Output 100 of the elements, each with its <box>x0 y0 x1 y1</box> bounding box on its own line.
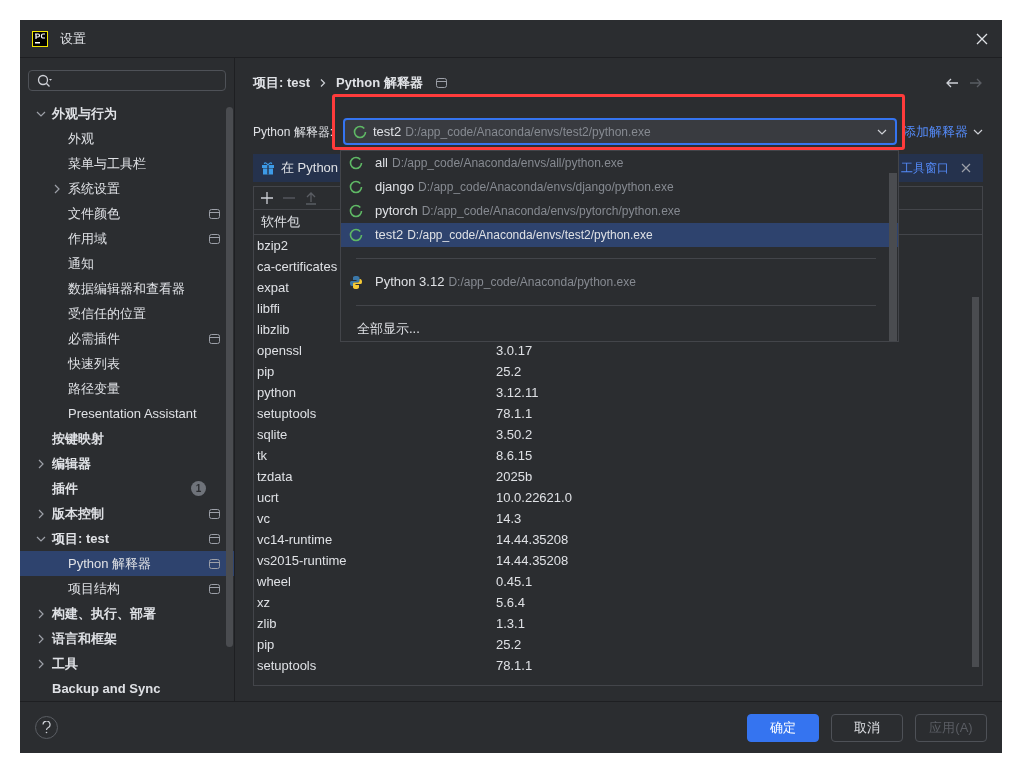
table-cell-text: 2025b <box>496 467 533 486</box>
scope-icon <box>209 533 220 544</box>
table-cell-text: setuptools <box>257 404 317 423</box>
sidebar-item[interactable]: 通知 <box>20 251 234 276</box>
sidebar-item[interactable]: 版本控制 <box>20 501 234 526</box>
table-cell-text: 8.6.15 <box>496 446 533 465</box>
chevron-down-icon <box>877 127 887 136</box>
table-cell-text: vc14-runtime <box>257 530 333 549</box>
scope-icon <box>209 583 220 594</box>
scrollbar-thumb[interactable] <box>972 297 979 667</box>
dropdown-item[interactable]: django D:/app_code/Anaconda/envs/django/python.exe <box>341 175 898 199</box>
chevron-right-icon <box>52 183 62 194</box>
table-cell-text: tk <box>257 446 268 465</box>
sidebar-item[interactable]: 按键映射 <box>20 426 234 451</box>
sidebar-item[interactable]: 构建、执行、部署 <box>20 601 234 626</box>
banner-text: 在 Python <box>281 159 339 178</box>
sidebar-item[interactable]: 路径变量 <box>20 376 234 401</box>
sidebar-item[interactable]: 数据编辑器和查看器 <box>20 276 234 301</box>
sidebar-item[interactable]: 工具 <box>20 651 234 676</box>
sidebar-item[interactable]: 菜单与工具栏 <box>20 151 234 176</box>
sidebar-item[interactable]: 快速列表 <box>20 351 234 376</box>
table-cell-text: 5.6.4 <box>496 593 525 612</box>
table-cell-text: 1.3.1 <box>496 614 525 633</box>
interpreter-name: test2 <box>373 122 402 141</box>
chevron-right-icon <box>36 458 46 469</box>
table-cell-text: 3.12.11 <box>496 383 539 402</box>
dropdown-item[interactable]: all D:/app_code/Anaconda/envs/all/python.exe <box>341 151 898 175</box>
sidebar-item[interactable]: Backup and Sync <box>20 676 234 701</box>
scrollbar-thumb[interactable] <box>226 107 233 647</box>
dropdown-item[interactable]: pytorch D:/app_code/Anaconda/envs/pytorch/python.exe <box>341 199 898 223</box>
chevron-right-icon <box>36 633 46 644</box>
conda-ring-icon <box>349 228 363 242</box>
interpreter-dropdown[interactable]: test2 D:/app_code/Anaconda/envs/test2/python.exe <box>343 118 897 145</box>
scope-icon <box>209 208 220 219</box>
table-cell-text: 14.3 <box>496 509 522 528</box>
scope-icon <box>209 233 220 244</box>
chevron-right-icon <box>36 658 46 669</box>
scrollbar-thumb[interactable] <box>889 173 897 341</box>
table-cell-text: 0.45.1 <box>496 572 533 591</box>
python-logo-icon <box>349 274 363 290</box>
field-label: Python 解释器: <box>253 123 334 141</box>
sidebar-item[interactable]: Presentation Assistant <box>20 401 234 426</box>
sidebar-item[interactable]: 插件 1 <box>20 476 234 501</box>
breadcrumb-link[interactable]: 项目: test <box>253 73 311 93</box>
scope-icon <box>209 508 220 519</box>
conda-ring-icon <box>349 204 363 218</box>
table-cell-text: python <box>257 383 297 402</box>
banner-link[interactable]: 工具窗口 <box>901 159 949 177</box>
scope-icon <box>209 558 220 569</box>
dropdown-item[interactable]: Python 3.12 D:/app_code/Anaconda/python.exe <box>341 270 898 294</box>
close-icon[interactable] <box>961 163 971 173</box>
sidebar-item[interactable]: 语言和框架 <box>20 626 234 651</box>
table-cell-text: 25.2 <box>496 362 522 381</box>
show-all-item[interactable]: 全部显示... <box>341 317 898 341</box>
sidebar-item[interactable]: 项目: test <box>20 526 234 551</box>
sidebar-item[interactable]: 外观 <box>20 126 234 151</box>
conda-ring-icon <box>353 124 367 139</box>
sidebar-item[interactable]: Python 解释器 <box>20 551 234 576</box>
table-cell-text: pip <box>257 362 275 381</box>
dialog-button[interactable]: 取消 <box>831 713 903 742</box>
table-cell-text: pip <box>257 635 275 654</box>
column-header[interactable]: 软件包 <box>261 212 300 232</box>
search-icon <box>37 73 53 88</box>
sidebar-item[interactable]: 必需插件 <box>20 326 234 351</box>
table-cell-text: 14.44.35208 <box>496 530 569 549</box>
app-logo-icon <box>32 30 48 47</box>
dialog-button[interactable]: 确定 <box>747 713 819 742</box>
table-cell-text: wheel <box>257 572 291 591</box>
table-cell-text: libzlib <box>257 320 290 339</box>
chevron-right-icon <box>319 78 328 88</box>
search-field[interactable] <box>28 70 226 91</box>
table-cell-text: 3.0.17 <box>496 341 533 360</box>
window-title: 设置 <box>60 29 86 48</box>
scope-icon <box>209 333 220 344</box>
table-cell-text: 10.0.22621.0 <box>496 488 572 507</box>
sidebar-item[interactable]: 项目结构 <box>20 576 234 601</box>
sidebar-item[interactable]: 编辑器 <box>20 451 234 476</box>
page-title: Python 解释器 <box>336 74 423 93</box>
table-cell-text: sqlite <box>257 425 288 444</box>
chevron-down-icon <box>973 127 983 136</box>
sidebar-item[interactable]: 外观与行为 <box>20 101 234 126</box>
sidebar-item[interactable]: 受信任的位置 <box>20 301 234 326</box>
chevron-right-icon <box>36 608 46 619</box>
table-cell-text: vc <box>257 509 270 528</box>
conda-ring-icon <box>349 156 363 170</box>
sidebar-item[interactable]: 作用域 <box>20 226 234 251</box>
count-badge: 1 <box>191 481 206 496</box>
dropdown-item[interactable]: test2 D:/app_code/Anaconda/envs/test2/python.exe <box>341 223 898 247</box>
conda-ring-icon <box>349 180 363 194</box>
sidebar-item[interactable]: 系统设置 <box>20 176 234 201</box>
chevron-right-icon <box>36 508 46 519</box>
table-cell-text: 14.44.35208 <box>496 551 569 570</box>
table-cell-text: 25.2 <box>496 635 522 654</box>
add-icon[interactable] <box>260 191 274 205</box>
table-cell-text: ca-certificates <box>257 257 338 276</box>
back-arrow-icon[interactable] <box>945 77 959 89</box>
table-cell-text: 78.1.1 <box>496 404 533 423</box>
table-cell-text: 78.1.1 <box>496 656 533 675</box>
sidebar-item[interactable]: 文件颜色 <box>20 201 234 226</box>
table-cell-text: tzdata <box>257 467 293 486</box>
